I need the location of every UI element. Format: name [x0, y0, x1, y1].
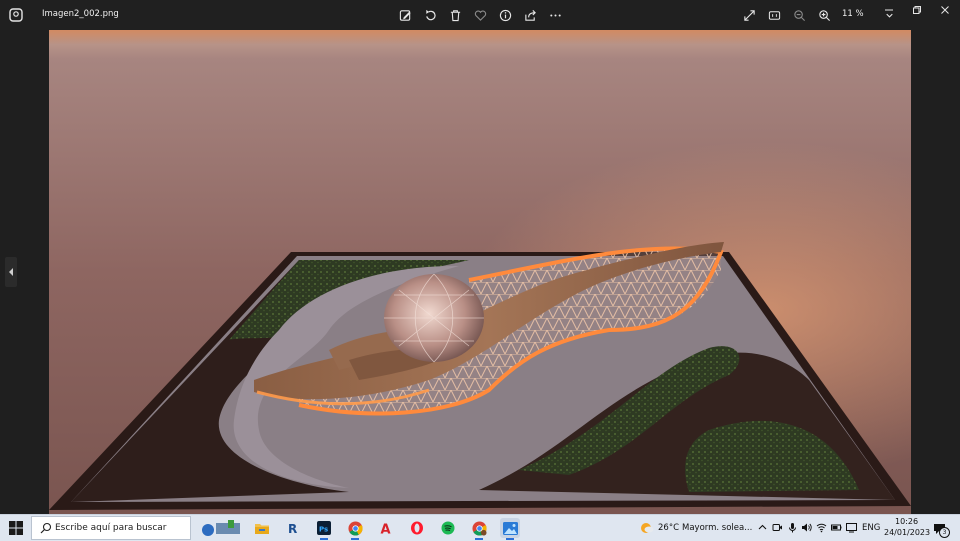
opera-icon: [411, 521, 423, 535]
close-button[interactable]: [930, 0, 959, 20]
fullscreen-button[interactable]: [740, 6, 758, 24]
acrobat-icon: A: [381, 523, 391, 536]
taskbar-revit[interactable]: R: [283, 518, 303, 538]
delete-button[interactable]: [446, 6, 464, 24]
search-icon: [40, 522, 52, 534]
wifi-icon[interactable]: [816, 522, 827, 533]
taskbar-photos[interactable]: [500, 518, 520, 540]
share-button[interactable]: [521, 6, 539, 24]
info-button[interactable]: [496, 6, 514, 24]
battery-icon[interactable]: [831, 522, 842, 533]
search-placeholder: Escribe aquí para buscar: [55, 523, 167, 533]
zoom-out-button[interactable]: [790, 6, 808, 24]
speaker-icon[interactable]: [801, 522, 812, 533]
taskbar-opera[interactable]: [407, 518, 427, 538]
info-icon: [499, 9, 511, 21]
share-icon: [524, 9, 536, 21]
trash-icon: [450, 9, 460, 21]
chrome-profile-icon: [471, 520, 487, 536]
weather-temperature[interactable]: 26°C: [658, 523, 679, 533]
photoshop-icon: Ps: [317, 521, 331, 535]
restore-button[interactable]: [902, 0, 931, 20]
photos-icon: [502, 521, 518, 535]
photos-app-icon[interactable]: [9, 8, 23, 22]
actual-size-button[interactable]: [765, 6, 783, 24]
display-icon[interactable]: [846, 522, 857, 533]
rotate-icon: [425, 9, 436, 20]
svg-text:R: R: [288, 522, 297, 535]
displayed-image: [49, 30, 911, 514]
taskbar-photoshop[interactable]: Ps: [314, 518, 334, 540]
chrome-icon: [347, 520, 363, 536]
image-viewer: [0, 30, 960, 514]
taskbar-chrome[interactable]: [345, 518, 365, 540]
notification-count-badge: 3: [939, 527, 950, 538]
taskbar-search-box[interactable]: Escribe aquí para buscar: [31, 516, 191, 540]
meet-now-icon[interactable]: [772, 522, 783, 533]
svg-text:A: A: [381, 523, 391, 536]
favorite-button[interactable]: [471, 6, 489, 24]
svg-text:Ps: Ps: [319, 526, 328, 534]
file-name: Imagen2_002.png: [42, 9, 119, 19]
chevron-up-icon[interactable]: [757, 522, 768, 533]
clock-date[interactable]: 24/01/2023: [884, 528, 930, 537]
heart-icon: [474, 9, 486, 21]
more-icon: [549, 13, 561, 17]
previous-image-button[interactable]: [5, 257, 17, 287]
taskbar-acrobat[interactable]: A: [376, 518, 396, 538]
weather-description[interactable]: Mayorm. solea...: [682, 523, 752, 533]
spotify-icon: [441, 521, 455, 535]
file-explorer-icon: [255, 524, 269, 534]
chevron-left-icon: [9, 268, 13, 276]
edit-image-button[interactable]: [396, 6, 414, 24]
zoom-out-icon: [793, 9, 805, 21]
language-indicator[interactable]: ENG: [862, 523, 880, 533]
rotate-button[interactable]: [421, 6, 439, 24]
minimize-icon: [884, 9, 893, 11]
title-bar: Imagen2_002.png 11 %: [0, 0, 960, 30]
search-highlight-button[interactable]: [197, 518, 243, 538]
search-highlight-icon: [202, 520, 240, 536]
edit-image-icon: [399, 9, 411, 21]
more-button[interactable]: [546, 6, 564, 24]
taskbar-spotify[interactable]: [438, 518, 458, 538]
revit-icon: R: [288, 522, 297, 535]
clock-time[interactable]: 10:26: [895, 517, 918, 526]
restore-icon: [912, 6, 921, 14]
minimize-button[interactable]: [874, 0, 903, 20]
taskbar-file-explorer[interactable]: [252, 518, 272, 538]
weather-sun-icon[interactable]: [640, 520, 654, 534]
microphone-icon[interactable]: [787, 522, 798, 533]
zoom-in-button[interactable]: [815, 6, 833, 24]
architectural-render: [49, 30, 911, 514]
fullscreen-icon: [743, 9, 755, 21]
taskbar: Escribe aquí para buscar R Ps A 26°C May…: [0, 514, 960, 541]
windows-start-icon[interactable]: [9, 521, 23, 535]
notification-center-button[interactable]: 3: [933, 521, 950, 538]
zoom-in-icon: [818, 9, 830, 21]
taskbar-chrome-profile[interactable]: [469, 518, 489, 540]
zoom-level[interactable]: 11 %: [842, 9, 864, 19]
close-icon: [940, 6, 949, 14]
actual-size-icon: [768, 10, 780, 20]
